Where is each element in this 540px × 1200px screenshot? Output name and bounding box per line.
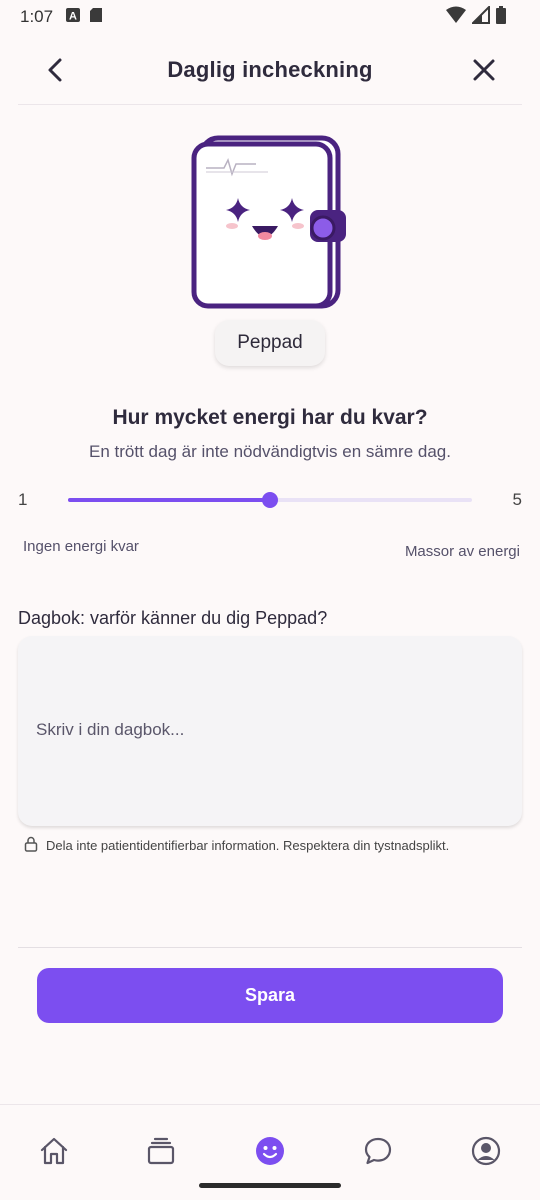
gesture-handle	[199, 1183, 341, 1188]
header-divider	[18, 104, 522, 105]
nav-chat[interactable]	[360, 1133, 396, 1169]
slider-min-label: Ingen energi kvar	[23, 538, 139, 555]
lock-icon	[24, 836, 38, 855]
energy-question-subtitle: En trött dag är inte nödvändigtvis en sä…	[89, 442, 451, 461]
wifi-icon	[446, 6, 466, 29]
diary-input[interactable]	[18, 636, 522, 826]
slider-min-value: 1	[18, 490, 28, 509]
svg-text:A: A	[69, 10, 77, 22]
close-button[interactable]	[468, 54, 500, 86]
home-icon	[40, 1137, 68, 1165]
energy-question-title: Hur mycket energi har du kvar?	[112, 406, 428, 429]
smiley-icon	[256, 1137, 284, 1165]
footer-divider	[18, 947, 522, 948]
status-bar: 1:07 A	[0, 0, 540, 34]
nav-cards[interactable]	[143, 1133, 179, 1169]
page-title: Daglig incheckning	[167, 57, 373, 82]
status-time: 1:07	[20, 7, 54, 26]
diary-label: Dagbok: varför känner du dig Peppad?	[18, 608, 328, 628]
bottom-navigation	[0, 1104, 540, 1200]
sd-card-icon	[89, 7, 103, 28]
signal-icon	[470, 4, 490, 29]
notification-a-icon: A	[65, 7, 81, 28]
privacy-note-text: Dela inte patientidentifierbar informati…	[46, 838, 450, 853]
slider-max-value: 5	[512, 490, 522, 509]
mood-chip[interactable]: Peppad	[215, 320, 325, 366]
nav-checkin[interactable]	[252, 1133, 288, 1169]
slider-thumb[interactable]	[262, 492, 278, 508]
slider-max-label: Massor av energi	[404, 543, 520, 560]
journal-mascot-illustration	[188, 132, 352, 312]
chevron-left-icon	[48, 58, 62, 82]
privacy-note: Dela inte patientidentifierbar informati…	[24, 836, 449, 855]
cards-icon	[147, 1137, 175, 1165]
save-button[interactable]: Spara	[37, 968, 503, 1023]
nav-profile[interactable]	[468, 1133, 504, 1169]
slider-fill	[68, 498, 270, 502]
profile-icon	[471, 1136, 501, 1166]
back-button[interactable]	[40, 54, 72, 86]
app-header: Daglig incheckning	[0, 40, 540, 100]
chat-icon	[364, 1137, 392, 1165]
nav-home[interactable]	[36, 1133, 72, 1169]
energy-slider[interactable]	[68, 492, 472, 508]
battery-icon	[496, 6, 506, 29]
close-icon	[473, 59, 495, 81]
